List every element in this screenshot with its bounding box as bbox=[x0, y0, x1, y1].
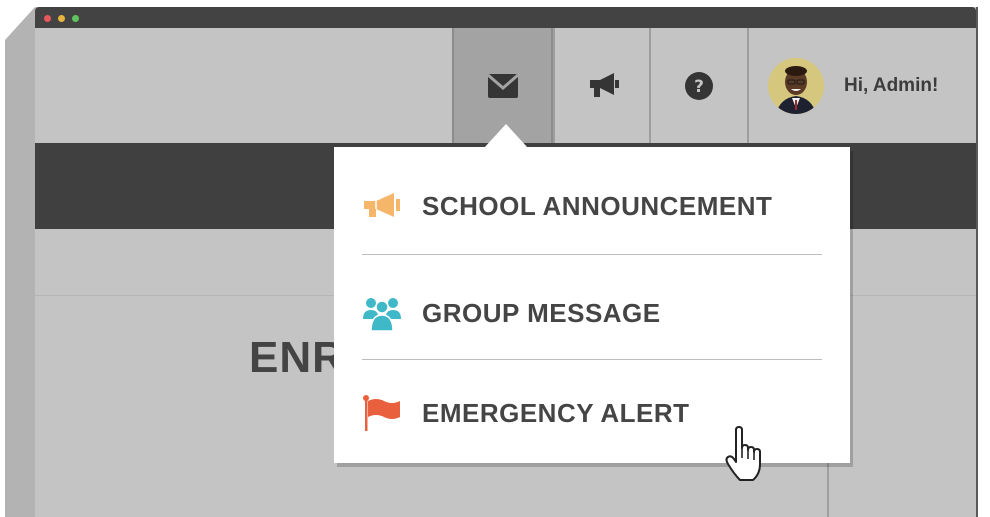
menu-item-label: EMERGENCY ALERT bbox=[422, 397, 690, 428]
svg-text:?: ? bbox=[694, 77, 704, 97]
menu-item-group-message[interactable]: GROUP MESSAGE bbox=[362, 293, 822, 333]
window-titlebar bbox=[35, 7, 976, 28]
minimize-window-button[interactable] bbox=[58, 15, 65, 22]
announcements-nav-button[interactable] bbox=[553, 28, 651, 143]
group-icon bbox=[362, 293, 402, 333]
avatar bbox=[768, 57, 824, 114]
window-shadow-side bbox=[5, 40, 35, 517]
close-window-button[interactable] bbox=[44, 15, 51, 22]
window-shadow-corner bbox=[5, 7, 35, 40]
megaphone-icon bbox=[590, 72, 619, 97]
user-greeting: Hi, Admin! bbox=[844, 74, 939, 96]
menu-item-label: SCHOOL ANNOUNCEMENT bbox=[422, 190, 773, 221]
dropdown-caret bbox=[484, 124, 528, 148]
megaphone-icon bbox=[362, 186, 402, 226]
menu-divider bbox=[362, 359, 822, 360]
maximize-window-button[interactable] bbox=[72, 15, 79, 22]
menu-item-label: GROUP MESSAGE bbox=[422, 297, 661, 328]
compose-dropdown-menu: SCHOOL ANNOUNCEMENT GROUP MESSAGE EMERGE… bbox=[334, 147, 850, 463]
envelope-icon bbox=[486, 73, 519, 98]
help-icon: ? bbox=[685, 71, 713, 100]
hand-pointer-cursor-icon bbox=[725, 426, 761, 481]
page-heading: ENR bbox=[249, 333, 345, 382]
flag-icon bbox=[362, 393, 402, 433]
help-nav-button[interactable]: ? bbox=[649, 28, 747, 143]
menu-divider bbox=[362, 254, 822, 255]
menu-item-school-announcement[interactable]: SCHOOL ANNOUNCEMENT bbox=[362, 186, 822, 226]
user-profile-menu[interactable]: Hi, Admin! bbox=[747, 28, 976, 143]
